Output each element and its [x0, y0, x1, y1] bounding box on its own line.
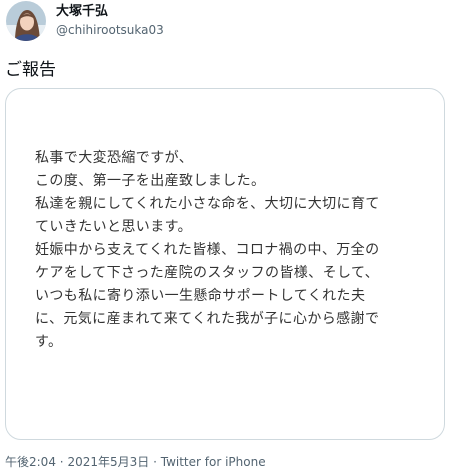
tweet-date[interactable]: 2021年5月3日	[67, 455, 149, 469]
tweet-metadata: 午後2:04 · 2021年5月3日 · Twitter for iPhone	[5, 455, 266, 470]
tweet-text: ご報告	[5, 60, 56, 80]
meta-separator: ·	[59, 455, 64, 469]
avatar-image	[6, 1, 46, 41]
display-name[interactable]: 大塚千弘	[56, 4, 108, 20]
meta-separator: ·	[153, 455, 157, 469]
tweet-time[interactable]: 午後2:04	[5, 455, 56, 469]
tweet-source[interactable]: Twitter for iPhone	[161, 455, 266, 469]
image-text: 私事で大変恐縮ですが、 この度、第一子を出産致しました。 私達を親にしてくれた小…	[35, 150, 380, 350]
username-handle[interactable]: @chihirootsuka03	[56, 23, 164, 38]
attached-image[interactable]: 私事で大変恐縮ですが、 この度、第一子を出産致しました。 私達を親にしてくれた小…	[5, 88, 445, 440]
avatar[interactable]	[6, 1, 46, 41]
